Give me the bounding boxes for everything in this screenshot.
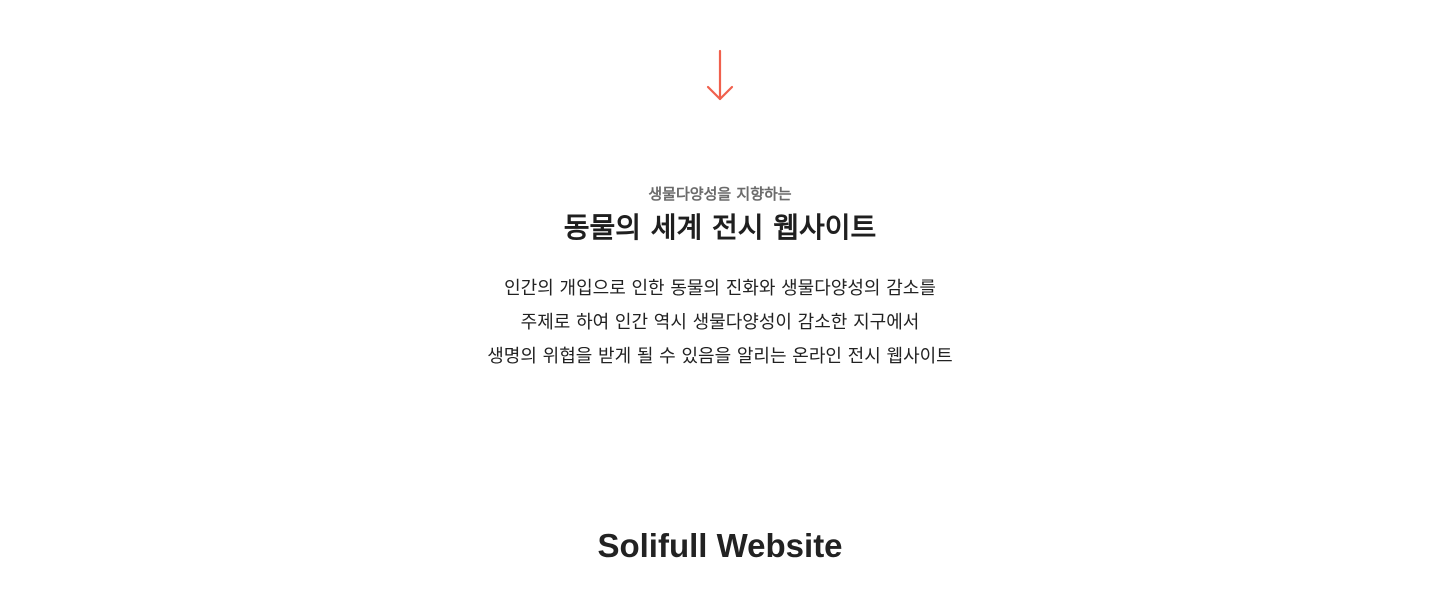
section-title: Solifull Website xyxy=(597,527,843,564)
intro-section: 생물다양성을 지향하는 동물의 세계 전시 웹사이트 인간의 개입으로 인한 동… xyxy=(0,182,1440,374)
intro-description-line: 생명의 위협을 받게 될 수 있음을 알리는 온라인 전시 웹사이트 xyxy=(487,346,953,367)
intro-description-line: 인간의 개입으로 인한 동물의 진화와 생물다양성의 감소를 xyxy=(504,278,936,299)
intro-subtitle: 생물다양성을 지향하는 xyxy=(648,185,792,203)
intro-title: 동물의 세계 전시 웹사이트 xyxy=(563,211,877,244)
arrow-down-icon xyxy=(706,49,734,101)
scroll-down-arrow-icon[interactable] xyxy=(702,48,738,104)
intro-description-line: 주제로 하여 인간 역시 생물다양성이 감소한 지구에서 xyxy=(520,312,920,333)
intro-description: 인간의 개입으로 인한 동물의 진화와 생물다양성의 감소를 주제로 하여 인간… xyxy=(0,272,1440,374)
